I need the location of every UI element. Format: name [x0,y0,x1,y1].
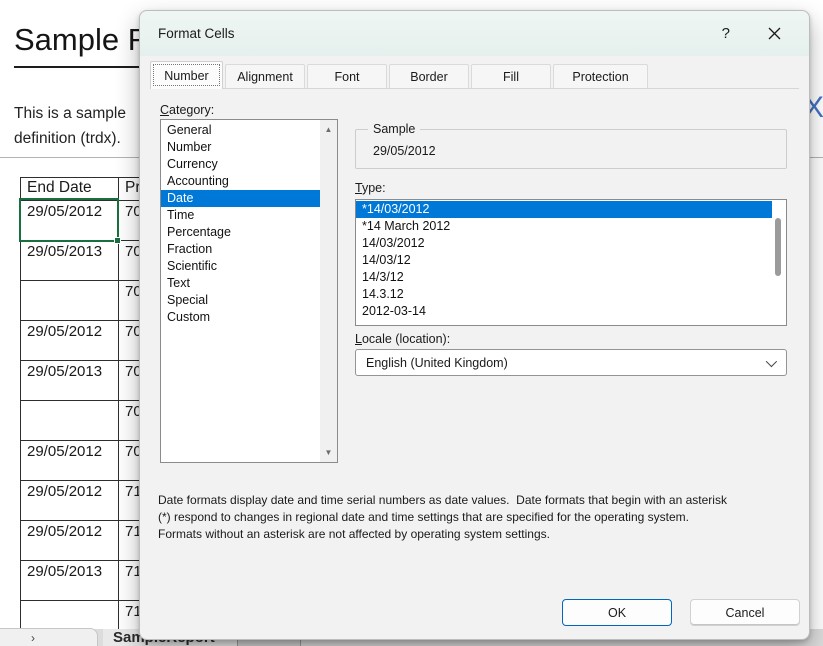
category-item[interactable]: Accounting [161,173,320,190]
cell-end-date[interactable]: 29/05/2012 [21,481,119,521]
category-item[interactable]: Scientific [161,258,320,275]
cell-end-date[interactable]: 29/05/2012 [21,521,119,561]
cell-end-date[interactable]: 29/05/2012 [21,441,119,481]
category-label: Category: [160,103,214,117]
dialog-title: Format Cells [140,26,235,41]
locale-selected-value: English (United Kingdom) [356,356,508,370]
type-label: Type: [355,181,386,195]
dialog-titlebar: Format Cells ? [140,11,809,56]
locale-dropdown[interactable]: English (United Kingdom) [355,349,787,376]
intro-text: This is a sample definition (trdx). [14,101,126,151]
dialog-tabstrip: Number Alignment Font Border Fill Protec… [150,61,799,89]
category-item[interactable]: General [161,122,320,139]
type-item[interactable]: 2012-03-14 [356,303,772,320]
scroll-up-icon[interactable]: ▲ [320,125,337,134]
type-item[interactable]: 14/03/12 [356,252,772,269]
cell-end-date[interactable]: 29/05/2012 [21,321,119,361]
category-item[interactable]: Custom [161,309,320,326]
cell-end-date[interactable]: 29/05/2013 [21,361,119,401]
sample-group-label: Sample [368,122,420,136]
type-scrollbar-thumb[interactable] [775,218,781,276]
tab-alignment[interactable]: Alignment [225,64,305,88]
type-item[interactable]: 14/03/2012 [356,235,772,252]
cancel-button[interactable]: Cancel [690,599,800,626]
category-item[interactable]: Time [161,207,320,224]
category-item[interactable]: Date [161,190,320,207]
type-item[interactable]: 14/3/12 [356,269,772,286]
tab-font[interactable]: Font [307,64,387,88]
column-header-end-date: End Date [21,178,119,201]
tab-fill[interactable]: Fill [471,64,551,88]
category-item[interactable]: Number [161,139,320,156]
help-icon[interactable]: ? [722,26,730,41]
scroll-down-icon[interactable]: ▼ [320,448,337,457]
category-item[interactable]: Currency [161,156,320,173]
locale-label: Locale (location): [355,332,450,346]
category-listbox: General Number Currency Accounting Date … [160,119,338,463]
intro-line-1: This is a sample [14,101,126,126]
intro-line-2: definition (trdx). [14,126,126,151]
cell-end-date[interactable]: 29/05/2013 [21,241,119,281]
category-item[interactable]: Percentage [161,224,320,241]
tab-protection[interactable]: Protection [553,64,648,88]
format-cells-dialog: Format Cells ? Number Alignment Font Bor… [139,10,810,640]
cell-end-date[interactable]: 29/05/2013 [21,561,119,601]
tab-number[interactable]: Number [150,61,223,89]
ok-button[interactable]: OK [562,599,672,626]
sample-groupbox: Sample 29/05/2012 [355,129,787,169]
chevron-down-icon [766,355,777,366]
cell-end-date[interactable] [21,401,119,441]
category-item[interactable]: Text [161,275,320,292]
sample-value: 29/05/2012 [373,144,436,158]
format-description-text: Date formats display date and time seria… [158,492,808,543]
type-item[interactable]: 14.3.12 [356,286,772,303]
sheet-nav-panel[interactable]: › [0,628,98,646]
type-item[interactable]: *14/03/2012 [356,201,772,218]
type-listbox: *14/03/2012 *14 March 2012 14/03/2012 14… [355,199,787,326]
sheet-nav-arrow-icon[interactable]: › [31,631,35,645]
tab-border[interactable]: Border [389,64,469,88]
cell-end-date[interactable] [21,281,119,321]
type-item[interactable]: *14 March 2012 [356,218,772,235]
category-scrollbar[interactable]: ▲ ▼ [320,120,337,462]
category-item[interactable]: Fraction [161,241,320,258]
close-icon[interactable] [768,27,781,40]
category-item[interactable]: Special [161,292,320,309]
cell-end-date[interactable]: 29/05/2012 [21,201,119,241]
